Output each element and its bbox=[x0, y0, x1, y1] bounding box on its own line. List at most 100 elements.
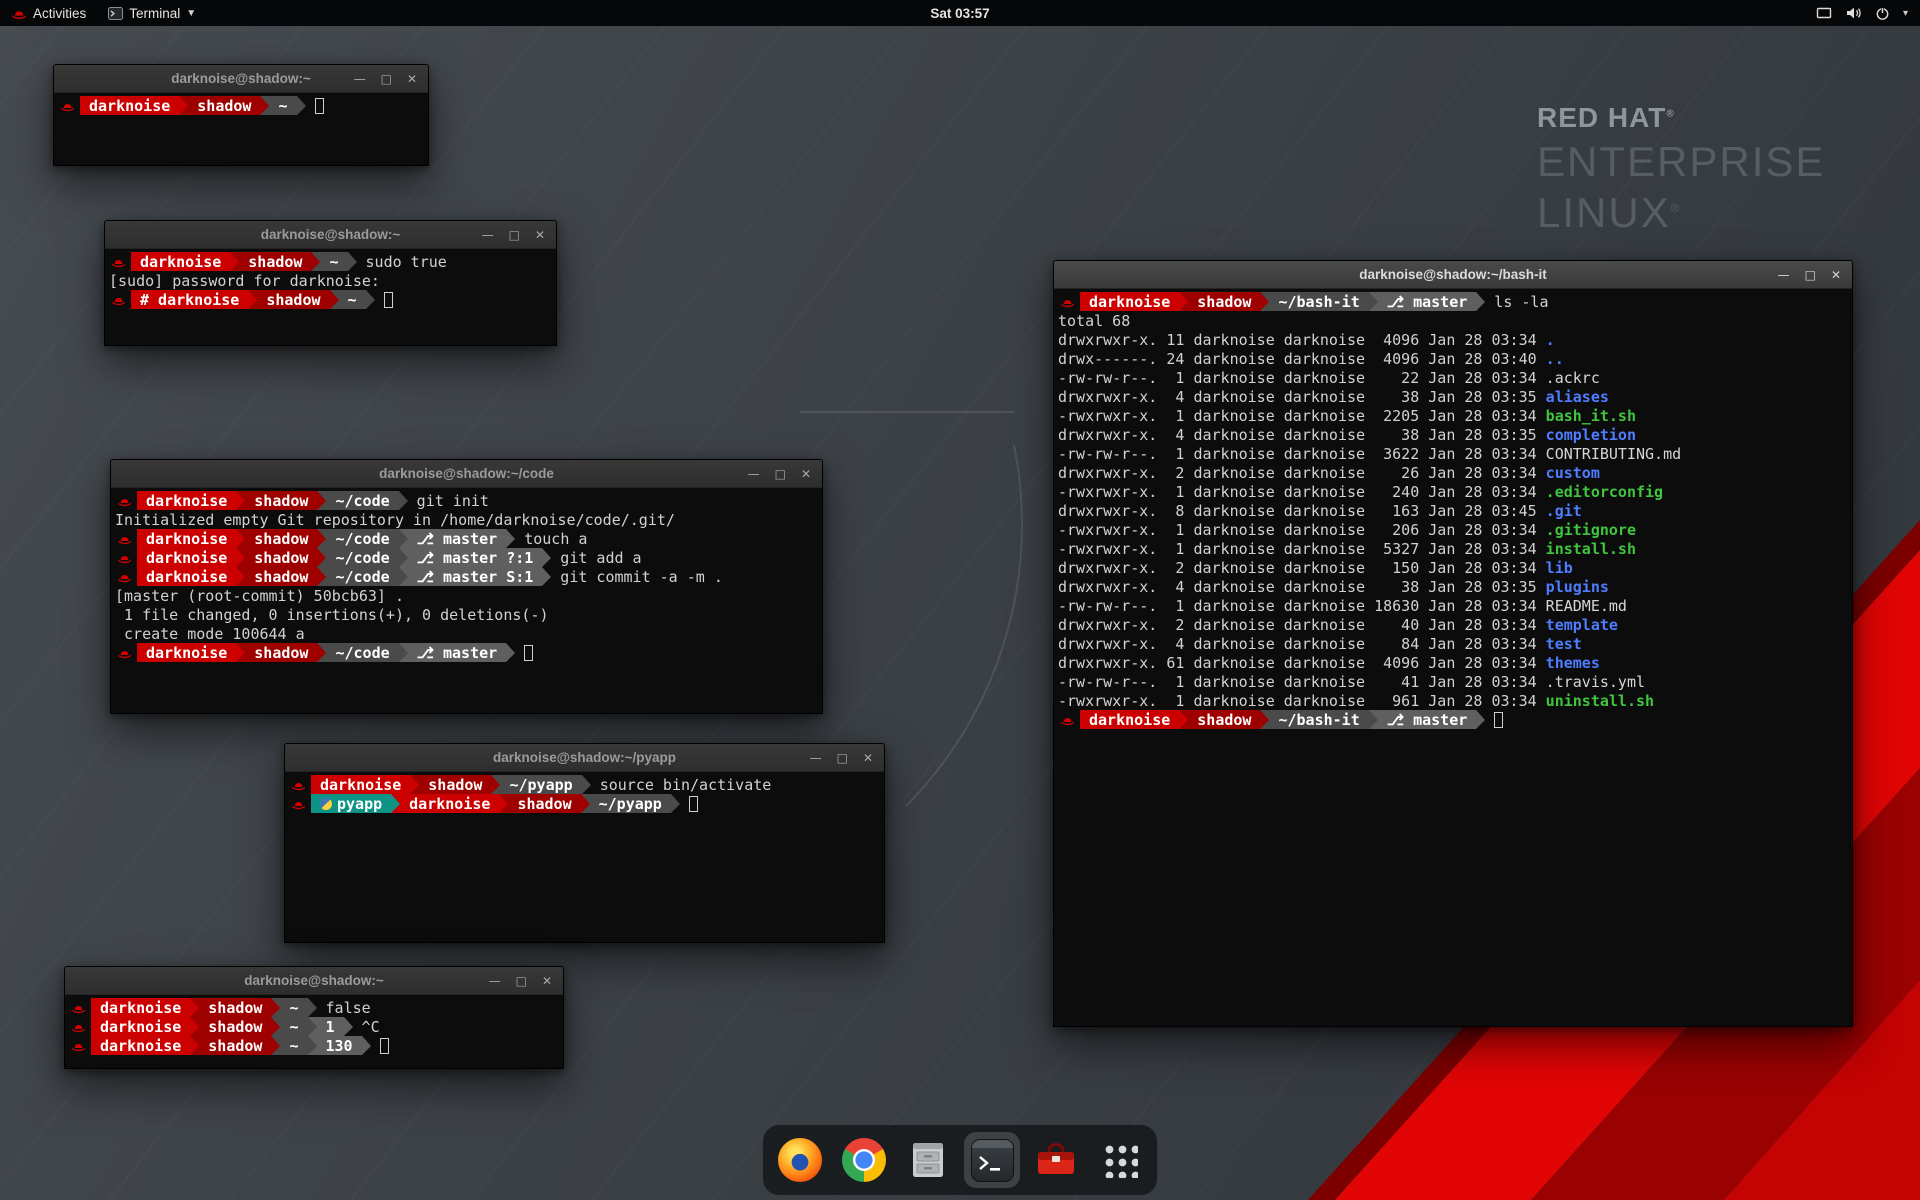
close-icon[interactable]: ✕ bbox=[863, 752, 873, 764]
file-list-row: -rw-rw-r--. 1 darknoise darknoise 22 Jan… bbox=[1058, 368, 1848, 387]
terminal-prompt-line: darknoiseshadow~/code git init bbox=[115, 491, 818, 510]
powerline-separator-icon bbox=[1260, 292, 1269, 311]
maximize-icon[interactable]: □ bbox=[516, 975, 527, 987]
prompt-segment-path: ~/code bbox=[326, 491, 398, 510]
terminal-body[interactable]: darknoiseshadow~/code git initInitialize… bbox=[111, 488, 822, 665]
terminal-prompt-line: # darknoiseshadow~ bbox=[109, 290, 552, 309]
text-cursor bbox=[524, 645, 533, 661]
system-status-area[interactable]: ▾ bbox=[1805, 0, 1920, 26]
minimize-icon[interactable]: — bbox=[354, 73, 366, 85]
powerline-separator-icon bbox=[308, 1017, 317, 1036]
window-titlebar[interactable]: darknoise@shadow:~ — □ ✕ bbox=[105, 221, 556, 249]
redhat-icon bbox=[60, 100, 75, 112]
powerline-separator-icon bbox=[236, 567, 245, 586]
file-list-row: drwx------. 24 darknoise darknoise 4096 … bbox=[1058, 349, 1848, 368]
maximize-icon[interactable]: □ bbox=[509, 229, 520, 241]
dock-item-firefox[interactable] bbox=[772, 1132, 828, 1188]
file-name: .git bbox=[1546, 502, 1582, 520]
redhat-icon bbox=[117, 571, 132, 583]
redhat-icon bbox=[291, 798, 306, 810]
maximize-icon[interactable]: □ bbox=[775, 468, 786, 480]
prompt-segment-user: darknoise bbox=[137, 548, 236, 567]
file-name: custom bbox=[1546, 464, 1600, 482]
terminal-body[interactable]: darknoiseshadow~ sudo true[sudo] passwor… bbox=[105, 249, 556, 312]
minimize-icon[interactable]: — bbox=[482, 229, 494, 241]
brand-redhat: RED HAT® bbox=[1537, 102, 1825, 134]
file-meta: -rw-rw-r--. 1 darknoise darknoise 18630 … bbox=[1058, 597, 1546, 615]
app-menu-terminal[interactable]: Terminal ▼ bbox=[97, 0, 207, 26]
maximize-icon[interactable]: □ bbox=[381, 73, 392, 85]
file-meta: drwxrwxr-x. 8 darknoise darknoise 163 Ja… bbox=[1058, 502, 1546, 520]
prompt-segment-host: shadow bbox=[199, 998, 271, 1017]
dock-item-toolbox[interactable] bbox=[1028, 1132, 1084, 1188]
window-title: darknoise@shadow:~/pyapp bbox=[493, 750, 676, 765]
prompt-segment-path: ~ bbox=[269, 96, 296, 115]
python-icon bbox=[320, 798, 332, 810]
close-icon[interactable]: ✕ bbox=[535, 229, 545, 241]
powerline-separator-icon bbox=[344, 1017, 353, 1036]
prompt-segment-path: ~/code bbox=[326, 529, 398, 548]
file-meta: drwxrwxr-x. 2 darknoise darknoise 40 Jan… bbox=[1058, 616, 1546, 634]
file-list-row: -rw-rw-r--. 1 darknoise darknoise 3622 J… bbox=[1058, 444, 1848, 463]
powerline-separator-icon bbox=[236, 529, 245, 548]
terminal-body[interactable]: darknoiseshadow~/pyapp source bin/activa… bbox=[285, 772, 884, 816]
window-buttons: — □ ✕ bbox=[482, 221, 545, 248]
window-titlebar[interactable]: darknoise@shadow:~/bash-it — □ ✕ bbox=[1054, 261, 1852, 289]
file-meta: -rw-rw-r--. 1 darknoise darknoise 3622 J… bbox=[1058, 445, 1546, 463]
window-titlebar[interactable]: darknoise@shadow:~/code — □ ✕ bbox=[111, 460, 822, 488]
powerline-separator-icon bbox=[399, 548, 408, 567]
file-name: test bbox=[1546, 635, 1582, 653]
prompt-segment-git: ⎇ master S:1 bbox=[408, 567, 543, 586]
dock-item-app-grid[interactable] bbox=[1092, 1132, 1148, 1188]
window-titlebar[interactable]: darknoise@shadow:~ — □ ✕ bbox=[65, 967, 563, 995]
dock-item-chrome[interactable] bbox=[836, 1132, 892, 1188]
terminal-body[interactable]: darknoiseshadow~/bash-it⎇ master ls -lat… bbox=[1054, 289, 1852, 732]
text-cursor bbox=[380, 1038, 389, 1054]
prompt-segment-user: darknoise bbox=[1080, 292, 1179, 311]
minimize-icon[interactable]: — bbox=[489, 975, 501, 987]
powerline-separator-icon bbox=[1260, 710, 1269, 729]
file-list-row: drwxrwxr-x. 2 darknoise darknoise 150 Ja… bbox=[1058, 558, 1848, 577]
terminal-output-line: Initialized empty Git repository in /hom… bbox=[115, 510, 818, 529]
maximize-icon[interactable]: □ bbox=[1805, 269, 1816, 281]
command-text: source bin/activate bbox=[591, 776, 772, 794]
terminal-window-pyapp: darknoise@shadow:~/pyapp — □ ✕ darknoise… bbox=[284, 743, 885, 943]
terminal-window-home-2: darknoise@shadow:~ — □ ✕ darknoiseshadow… bbox=[64, 966, 564, 1069]
powerline-separator-icon bbox=[297, 96, 306, 115]
prompt-segment-user: darknoise bbox=[1080, 710, 1179, 729]
text-cursor bbox=[689, 796, 698, 812]
window-title: darknoise@shadow:~/code bbox=[379, 466, 554, 481]
terminal-prompt-line: darknoiseshadow~/code⎇ master S:1 git co… bbox=[115, 567, 818, 586]
minimize-icon[interactable]: — bbox=[810, 752, 822, 764]
close-icon[interactable]: ✕ bbox=[542, 975, 552, 987]
powerline-separator-icon bbox=[308, 1036, 317, 1055]
activities-label: Activities bbox=[33, 6, 86, 21]
maximize-icon[interactable]: □ bbox=[837, 752, 848, 764]
window-title: darknoise@shadow:~/bash-it bbox=[1359, 267, 1547, 282]
redhat-icon bbox=[71, 1002, 86, 1014]
powerline-separator-icon bbox=[1476, 710, 1485, 729]
prompt-segment-venv: pyapp bbox=[311, 794, 391, 813]
powerline-separator-icon bbox=[260, 96, 269, 115]
powerline-separator-icon bbox=[317, 529, 326, 548]
display-icon bbox=[1816, 6, 1832, 20]
clock[interactable]: Sat 03:57 bbox=[930, 6, 989, 21]
window-titlebar[interactable]: darknoise@shadow:~/pyapp — □ ✕ bbox=[285, 744, 884, 772]
file-list-row: drwxrwxr-x. 4 darknoise darknoise 38 Jan… bbox=[1058, 577, 1848, 596]
file-meta: drwxrwxr-x. 4 darknoise darknoise 84 Jan… bbox=[1058, 635, 1546, 653]
terminal-body[interactable]: darknoiseshadow~ bbox=[54, 93, 428, 118]
powerline-separator-icon bbox=[317, 643, 326, 662]
powerline-separator-icon bbox=[190, 998, 199, 1017]
files-icon bbox=[907, 1139, 949, 1181]
activities-button[interactable]: Activities bbox=[0, 0, 97, 26]
close-icon[interactable]: ✕ bbox=[407, 73, 417, 85]
dock-item-files[interactable] bbox=[900, 1132, 956, 1188]
minimize-icon[interactable]: — bbox=[748, 468, 760, 480]
prompt-segment-host: shadow bbox=[1188, 292, 1260, 311]
terminal-body[interactable]: darknoiseshadow~ falsedarknoiseshadow~1 … bbox=[65, 995, 563, 1058]
close-icon[interactable]: ✕ bbox=[801, 468, 811, 480]
minimize-icon[interactable]: — bbox=[1778, 269, 1790, 281]
dock-item-terminal[interactable] bbox=[964, 1132, 1020, 1188]
window-titlebar[interactable]: darknoise@shadow:~ — □ ✕ bbox=[54, 65, 428, 93]
close-icon[interactable]: ✕ bbox=[1831, 269, 1841, 281]
